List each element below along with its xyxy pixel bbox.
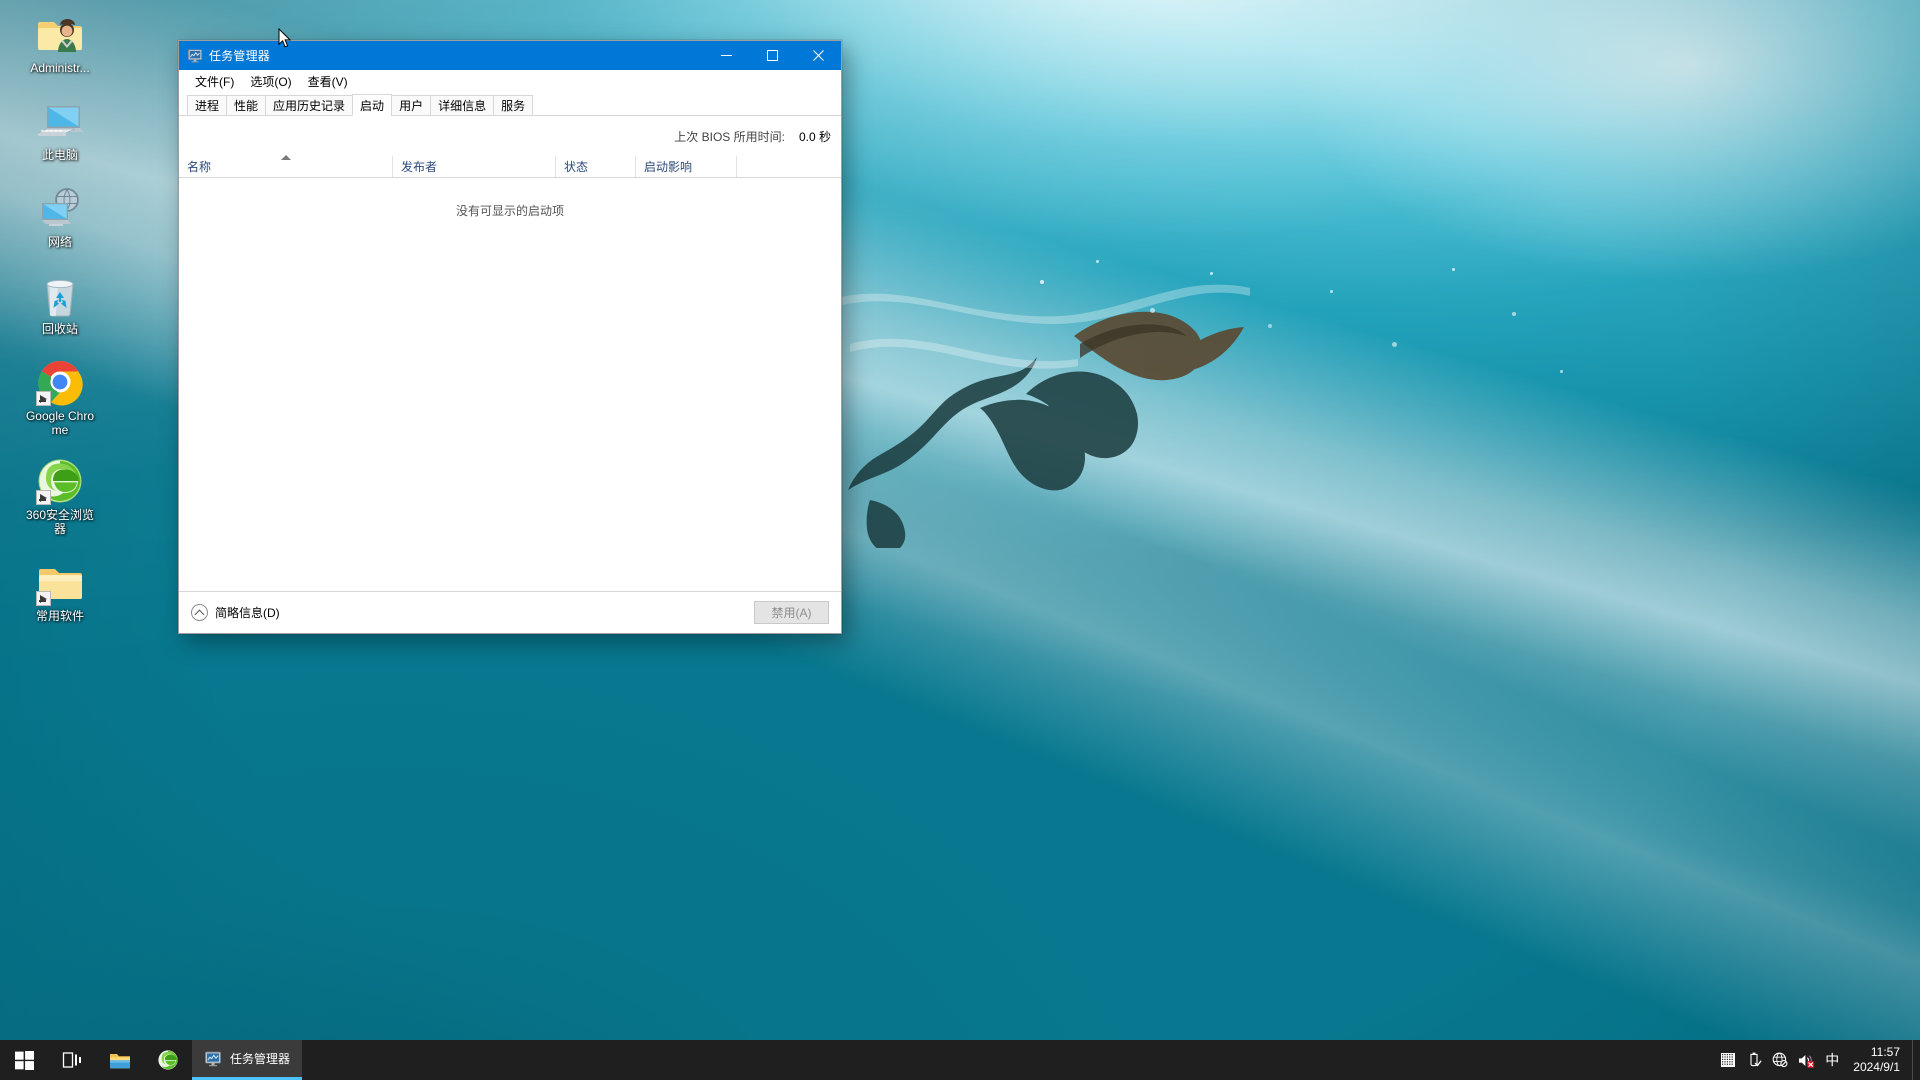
desktop-icon-360-browser[interactable]: 360安全浏览器 <box>22 457 98 536</box>
shortcut-overlay-icon <box>36 490 51 505</box>
window-controls <box>703 41 841 70</box>
task-manager-window[interactable]: 任务管理器 文件(F) 选项(O) 查看(V) 进程 性能 应用历史记录 启动 … <box>178 40 842 634</box>
close-button[interactable] <box>795 41 841 70</box>
desktop-icon-grid: Administr... 此电脑 网络 回收站 Google Chrome 36… <box>0 6 120 637</box>
fewer-details-button[interactable]: 简略信息(D) <box>191 604 754 621</box>
this-pc-icon <box>36 97 84 145</box>
desktop-icon-this-pc[interactable]: 此电脑 <box>22 97 98 162</box>
user-folder-icon <box>36 10 84 58</box>
column-header-publisher[interactable]: 发布者 <box>393 156 556 177</box>
task-view-button[interactable] <box>48 1040 96 1080</box>
start-button[interactable] <box>0 1040 48 1080</box>
column-header-label: 发布者 <box>401 160 438 174</box>
column-header-filler <box>737 156 841 177</box>
bios-time-label: 上次 BIOS 所用时间: <box>674 129 785 144</box>
empty-list-message: 没有可显示的启动项 <box>455 204 564 218</box>
360-browser-icon <box>36 457 84 505</box>
window-title: 任务管理器 <box>209 49 271 63</box>
desktop-icon-recycle-bin[interactable]: 回收站 <box>22 271 98 336</box>
task-manager-icon <box>187 48 203 64</box>
fewer-details-label: 简略信息(D) <box>215 606 280 620</box>
startup-panel: 上次 BIOS 所用时间: 0.0 秒 名称 发布者 状态 启动影响 没有可显示… <box>179 116 841 633</box>
window-status-bar: 简略信息(D) 禁用(A) <box>179 591 841 633</box>
desktop-icon-label: 回收站 <box>41 322 78 336</box>
chevron-up-icon <box>191 604 208 621</box>
desktop-icon-label: Google Chrome <box>25 409 95 437</box>
desktop-icon-administrator[interactable]: Administr... <box>22 10 98 75</box>
column-header-label: 启动影响 <box>644 160 693 174</box>
tab-performance[interactable]: 性能 <box>226 95 267 116</box>
tray-speaker-muted-icon[interactable] <box>1793 1040 1819 1080</box>
desktop[interactable]: Administr... 此电脑 网络 回收站 Google Chrome 36… <box>0 0 1920 1080</box>
tray-ime-indicator[interactable]: 中 <box>1819 1040 1845 1080</box>
network-icon <box>36 184 84 232</box>
column-header-label: 名称 <box>187 160 212 174</box>
tab-details[interactable]: 详细信息 <box>430 95 495 116</box>
taskbar-item-task-manager[interactable]: 任务管理器 <box>192 1040 303 1080</box>
chrome-icon <box>36 358 84 406</box>
shortcut-overlay-icon <box>36 391 51 406</box>
system-tray: 中 11:57 2024/9/1 <box>1715 1040 1920 1080</box>
tray-usb-icon[interactable] <box>1741 1040 1767 1080</box>
startup-list-header: 名称 发布者 状态 启动影响 <box>179 155 841 178</box>
column-header-label: 状态 <box>564 160 589 174</box>
water-bubbles <box>1000 250 1600 450</box>
bios-time-value: 0.0 秒 <box>798 129 831 144</box>
tab-strip: 进程 性能 应用历史记录 启动 用户 详细信息 服务 <box>179 94 841 116</box>
taskbar-item-label: 任务管理器 <box>230 1052 291 1066</box>
menu-options[interactable]: 选项(O) <box>242 72 299 92</box>
clock-time: 11:57 <box>1870 1045 1900 1059</box>
tab-users[interactable]: 用户 <box>391 95 432 116</box>
task-manager-icon <box>204 1050 222 1068</box>
desktop-icon-label: Administr... <box>30 61 90 75</box>
tab-startup[interactable]: 启动 <box>352 94 393 116</box>
desktop-icon-label: 常用软件 <box>35 609 84 623</box>
menu-bar: 文件(F) 选项(O) 查看(V) <box>179 70 841 94</box>
window-titlebar[interactable]: 任务管理器 <box>179 41 841 70</box>
desktop-icon-common-software[interactable]: 常用软件 <box>22 558 98 623</box>
startup-list-body[interactable]: 没有可显示的启动项 <box>179 178 841 591</box>
desktop-icon-label: 此电脑 <box>41 148 78 162</box>
maximize-button[interactable] <box>749 41 795 70</box>
minimize-button[interactable] <box>703 41 749 70</box>
shortcut-overlay-icon <box>36 591 51 606</box>
tab-services[interactable]: 服务 <box>493 95 534 116</box>
recycle-bin-icon <box>36 271 84 319</box>
menu-view[interactable]: 查看(V) <box>300 72 356 92</box>
column-header-name[interactable]: 名称 <box>179 155 393 177</box>
folder-icon <box>36 558 84 606</box>
desktop-icon-label: 360安全浏览器 <box>25 508 95 536</box>
bios-time-row: 上次 BIOS 所用时间: 0.0 秒 <box>179 116 841 156</box>
tray-grid-icon[interactable] <box>1715 1040 1741 1080</box>
desktop-icon-label: 网络 <box>47 235 72 249</box>
taskbar-clock[interactable]: 11:57 2024/9/1 <box>1845 1040 1912 1080</box>
column-header-status[interactable]: 状态 <box>556 156 636 177</box>
desktop-icon-network[interactable]: 网络 <box>22 184 98 249</box>
tray-network-disconnected-icon[interactable] <box>1767 1040 1793 1080</box>
tab-processes[interactable]: 进程 <box>187 95 228 116</box>
taskbar[interactable]: 任务管理器 中 11:57 2024/9/1 <box>0 1040 1920 1080</box>
sort-ascending-icon <box>280 155 291 160</box>
tab-app-history[interactable]: 应用历史记录 <box>265 95 354 116</box>
taskbar-file-explorer[interactable] <box>96 1040 144 1080</box>
menu-file[interactable]: 文件(F) <box>187 72 242 92</box>
disable-button[interactable]: 禁用(A) <box>754 601 829 624</box>
column-header-startup-impact[interactable]: 启动影响 <box>636 156 737 177</box>
show-desktop-button[interactable] <box>1912 1040 1920 1080</box>
clock-date: 2024/9/1 <box>1853 1060 1900 1074</box>
desktop-icon-google-chrome[interactable]: Google Chrome <box>22 358 98 437</box>
taskbar-360-browser[interactable] <box>144 1040 192 1080</box>
